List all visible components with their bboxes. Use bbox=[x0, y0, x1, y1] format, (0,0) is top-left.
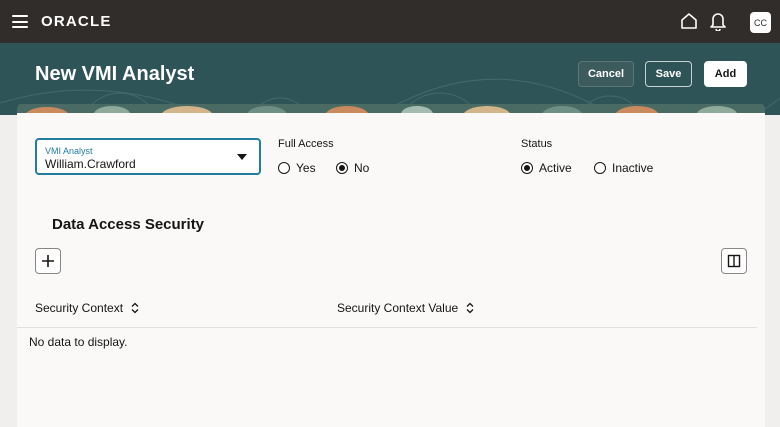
chevron-down-icon[interactable] bbox=[237, 154, 247, 160]
status-inactive-label: Inactive bbox=[612, 161, 654, 175]
vmi-analyst-label: VMI Analyst bbox=[45, 146, 93, 156]
plus-icon bbox=[42, 255, 54, 267]
vmi-analyst-value: William.Crawford bbox=[45, 157, 136, 171]
page-title: New VMI Analyst bbox=[35, 63, 195, 85]
radio-no[interactable] bbox=[336, 162, 348, 174]
status-inactive-option[interactable]: Inactive bbox=[594, 161, 653, 175]
save-button[interactable]: Save bbox=[645, 61, 692, 87]
table-header-divider bbox=[17, 327, 757, 328]
empty-table-message: No data to display. bbox=[29, 335, 128, 349]
column-header-security-context-value[interactable]: Security Context Value bbox=[337, 301, 475, 315]
column-header-label: Security Context Value bbox=[337, 301, 459, 315]
cancel-button[interactable]: Cancel bbox=[578, 61, 634, 87]
full-access-yes-label: Yes bbox=[296, 161, 316, 175]
column-header-label: Security Context bbox=[35, 301, 124, 315]
columns-icon bbox=[727, 254, 741, 268]
full-access-no-label: No bbox=[354, 161, 370, 175]
sort-icon[interactable] bbox=[130, 302, 140, 314]
status-active-label: Active bbox=[539, 161, 572, 175]
hamburger-menu-icon[interactable] bbox=[12, 15, 28, 28]
global-header: ORACLE CC bbox=[0, 0, 780, 43]
column-manager-button[interactable] bbox=[721, 248, 747, 274]
section-title: Data Access Security bbox=[52, 216, 205, 233]
user-avatar[interactable]: CC bbox=[750, 12, 771, 33]
radio-active[interactable] bbox=[521, 162, 533, 174]
full-access-yes-option[interactable]: Yes bbox=[278, 161, 316, 175]
vmi-analyst-select[interactable]: VMI Analyst William.Crawford bbox=[35, 138, 261, 175]
status-label: Status bbox=[521, 138, 553, 150]
full-access-label: Full Access bbox=[278, 138, 334, 150]
radio-yes[interactable] bbox=[278, 162, 290, 174]
column-header-security-context[interactable]: Security Context bbox=[35, 301, 140, 315]
radio-inactive[interactable] bbox=[594, 162, 606, 174]
bell-icon[interactable] bbox=[709, 11, 727, 31]
oracle-logo: ORACLE bbox=[41, 13, 112, 30]
status-active-option[interactable]: Active bbox=[521, 161, 572, 175]
sort-icon[interactable] bbox=[465, 302, 475, 314]
add-button[interactable]: Add bbox=[704, 61, 747, 87]
full-access-no-option[interactable]: No bbox=[336, 161, 369, 175]
add-row-button[interactable] bbox=[35, 248, 61, 274]
home-icon[interactable] bbox=[680, 12, 698, 30]
